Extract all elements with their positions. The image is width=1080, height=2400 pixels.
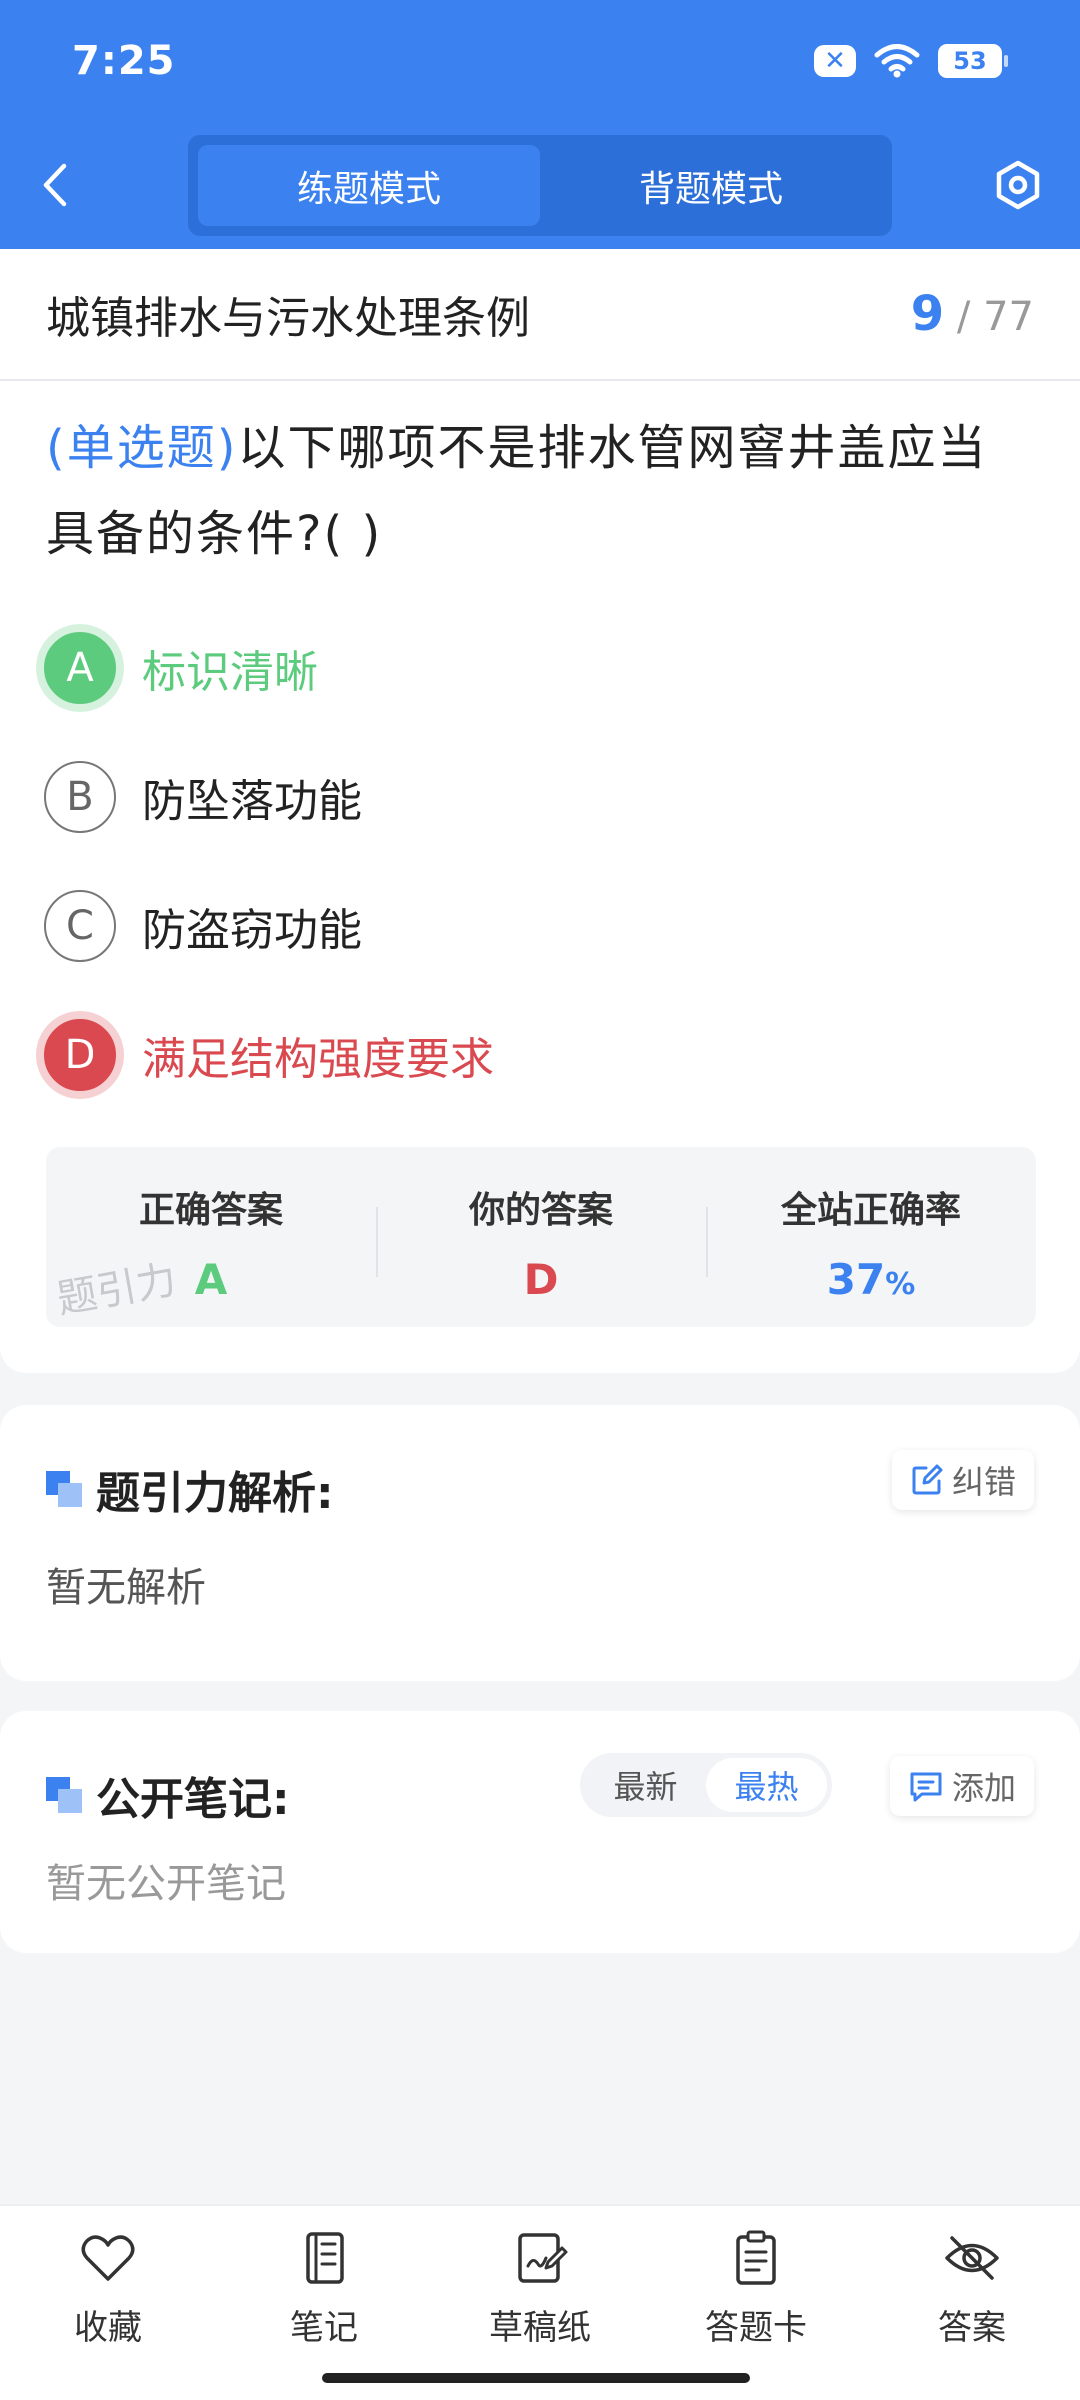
tab-memorize-mode[interactable]: 背题模式 [540, 145, 882, 226]
option-text: 满足结构强度要求 [142, 1033, 494, 1085]
tab-practice-mode[interactable]: 练题模式 [198, 145, 540, 226]
public-notes-card: 公开笔记: 最新 最热 添加 暂无公开笔记 [0, 1711, 1080, 1953]
analysis-card: 题引力解析: 纠错 暂无解析 [0, 1405, 1080, 1681]
stat-label: 全站正确率 [780, 1190, 961, 1231]
report-error-label: 纠错 [951, 1463, 1016, 1501]
tab-label: 收藏 [74, 2308, 142, 2348]
heart-icon [81, 2235, 135, 2281]
analysis-title: 题引力解析: [96, 1468, 334, 1519]
option-text: 防盗窃功能 [142, 904, 362, 956]
option-text: 标识清晰 [142, 646, 318, 698]
correct-answer-value: A [194, 1255, 228, 1304]
back-button[interactable] [40, 150, 88, 220]
total-count: / 77 [956, 294, 1034, 340]
chapter-row: 城镇排水与污水处理条例 9 / 77 [0, 249, 1080, 381]
chapter-title: 城镇排水与污水处理条例 [46, 293, 530, 344]
tab-favorite[interactable]: 收藏 [0, 2206, 216, 2400]
status-icons: ✕ 53 [814, 44, 1008, 78]
chevron-left-icon [43, 163, 67, 207]
options-list: A 标识清晰 B 防坠落功能 C 防盗窃功能 D 满足结构强度要求 [0, 603, 1080, 1119]
edit-icon [912, 1464, 943, 1495]
sort-newest-button[interactable]: 最新 [585, 1758, 706, 1812]
stat-label: 正确答案 [138, 1190, 283, 1231]
tab-label: 答案 [938, 2308, 1006, 2348]
option-letter: D [44, 1018, 116, 1091]
tab-label: 笔记 [290, 2308, 358, 2348]
section-squares-icon [46, 1471, 82, 1507]
sort-hot-button[interactable]: 最热 [706, 1758, 827, 1812]
add-note-button[interactable]: 添加 [889, 1756, 1034, 1816]
option-a[interactable]: A 标识清晰 [44, 603, 1036, 732]
accuracy-value: 37% [827, 1255, 916, 1304]
tab-answer-sheet[interactable]: 答题卡 [648, 2206, 864, 2400]
home-indicator[interactable] [322, 2373, 750, 2383]
question-text: (单选题)以下哪项不是排水管网窨井盖应当具备的条件?( ) [0, 381, 1080, 577]
your-answer-stat: 你的答案 D [376, 1147, 706, 1327]
mode-switch: 练题模式 背题模式 [188, 135, 892, 236]
notes-empty-text: 暂无公开笔记 [46, 1861, 286, 1907]
eye-off-icon [945, 2236, 999, 2280]
option-letter: C [44, 889, 116, 962]
notification-icon: ✕ [814, 45, 856, 77]
tab-draft[interactable]: 草稿纸 [432, 2206, 648, 2400]
tab-notes[interactable]: 笔记 [216, 2206, 432, 2400]
battery-icon: 53 [938, 44, 1008, 78]
your-answer-value: D [523, 1255, 559, 1304]
option-letter: A [44, 631, 116, 704]
notes-title: 公开笔记: [96, 1774, 290, 1825]
tab-answer[interactable]: 答案 [864, 2206, 1080, 2400]
comment-icon [910, 1772, 942, 1802]
status-time: 7:25 [72, 38, 176, 84]
wifi-icon [874, 44, 920, 78]
accuracy-unit: % [885, 1267, 916, 1302]
question-card: 城镇排水与污水处理条例 9 / 77 (单选题)以下哪项不是排水管网窨井盖应当具… [0, 249, 1080, 1373]
section-squares-icon [46, 1777, 82, 1813]
settings-hexagon-icon [996, 160, 1040, 210]
option-letter: B [44, 760, 116, 833]
current-index: 9 [910, 286, 945, 342]
option-text: 防坠落功能 [142, 775, 362, 827]
question-type: (单选题) [46, 420, 238, 476]
accuracy-number: 37 [826, 1255, 886, 1304]
tab-label: 答题卡 [705, 2308, 807, 2348]
notebook-icon [306, 2232, 344, 2284]
tab-label: 草稿纸 [489, 2308, 591, 2348]
question-progress[interactable]: 9 / 77 [911, 286, 1034, 342]
bottom-toolbar: 收藏 笔记 草稿纸 答题卡 答案 [0, 2204, 1080, 2400]
draft-icon [518, 2233, 568, 2283]
analysis-empty-text: 暂无解析 [46, 1565, 206, 1611]
option-d[interactable]: D 满足结构强度要求 [44, 990, 1036, 1119]
option-b[interactable]: B 防坠落功能 [44, 732, 1036, 861]
notes-header: 公开笔记: [46, 1763, 290, 1827]
analysis-header: 题引力解析: [46, 1457, 334, 1521]
notes-sort-toggle: 最新 最热 [580, 1753, 832, 1817]
stat-label: 你的答案 [468, 1190, 613, 1231]
correct-answer-stat: 正确答案 A 题引力 [46, 1147, 376, 1327]
settings-button[interactable] [988, 150, 1048, 220]
answer-stats: 正确答案 A 题引力 你的答案 D 全站正确率 37% [46, 1147, 1036, 1327]
accuracy-stat: 全站正确率 37% [706, 1147, 1036, 1327]
option-c[interactable]: C 防盗窃功能 [44, 861, 1036, 990]
report-error-button[interactable]: 纠错 [891, 1450, 1034, 1510]
watermark: 题引力 [53, 1256, 180, 1324]
add-note-label: 添加 [951, 1769, 1016, 1807]
top-header: 7:25 ✕ 53 练题模式 背题模式 [0, 0, 1080, 249]
clipboard-icon [736, 2230, 776, 2285]
